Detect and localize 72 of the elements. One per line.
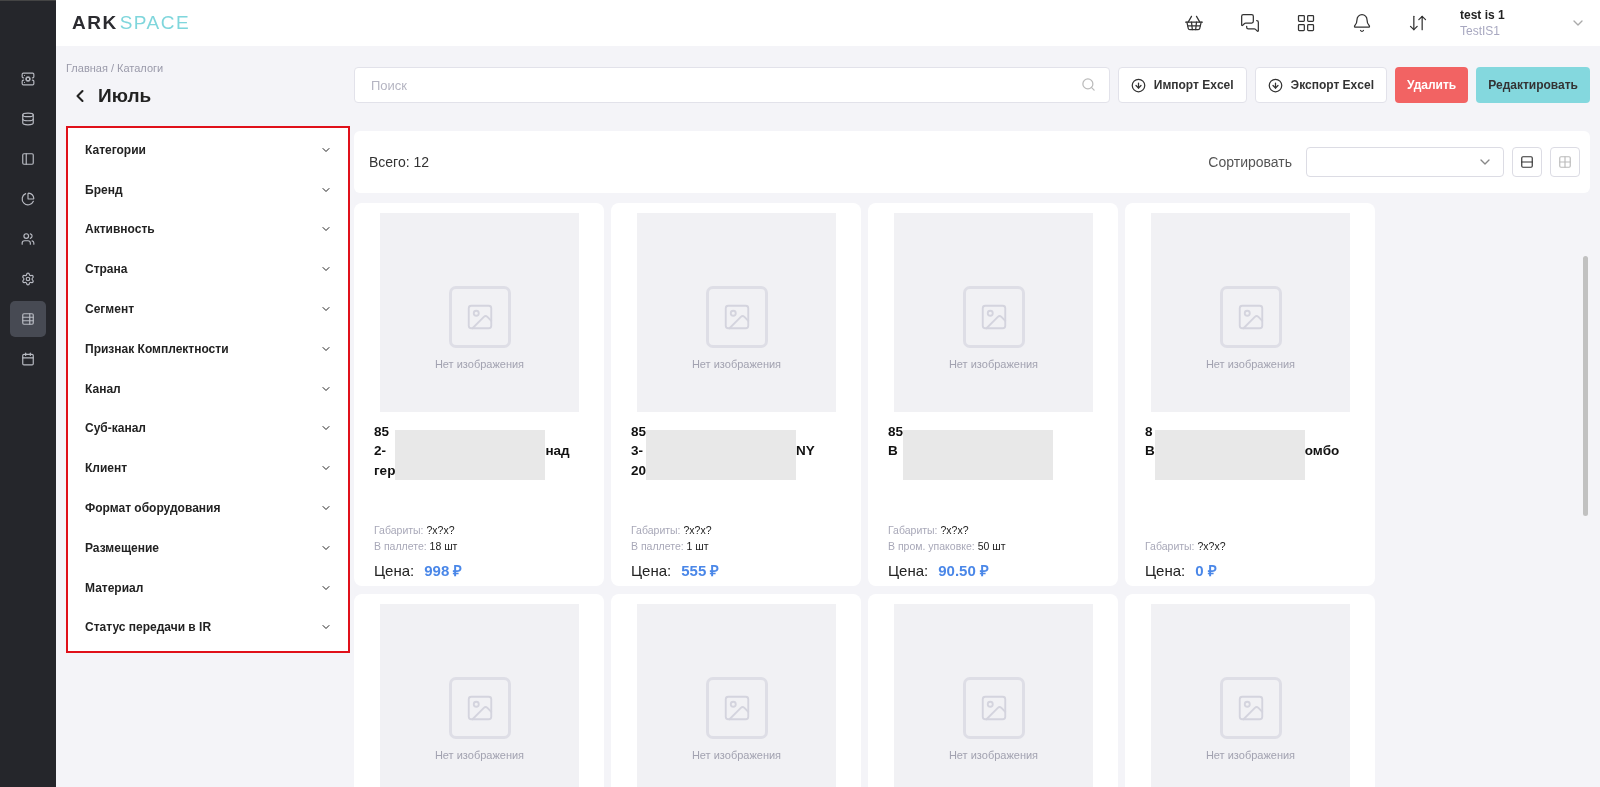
placeholder-text: Нет изображения (434, 357, 525, 370)
product-title-fragment: 85 (374, 423, 390, 441)
placeholder-text: Нет изображения (948, 748, 1039, 761)
chat-icon[interactable] (1240, 13, 1260, 33)
product-card[interactable]: Нет изображения 85 B Габариты: ?x?x? В пром. упаковке: 50 шт Цена: 90.50 ₽ (868, 203, 1118, 586)
product-title-fragment: 8 (1145, 423, 1153, 441)
product-card[interactable]: Нет изображения 8 B омбо Габариты: ?x?x? Цена: 0 ₽ (1125, 203, 1375, 586)
action-button[interactable]: Импорт Excel (1117, 67, 1247, 103)
settings-icon (21, 272, 35, 286)
product-title-fragment: B (888, 442, 898, 460)
users-icon (21, 232, 35, 246)
sort-label: Сортировать (1208, 154, 1292, 170)
spec-text: В пром. упаковке: 50 шт (888, 539, 1007, 554)
spec-text: В паллете: 18 шт (374, 539, 459, 554)
user-name: test is 1 (1460, 7, 1506, 23)
logo: ARK SPACE (72, 12, 191, 34)
price-label: Цена: (1145, 562, 1186, 579)
placeholder-text: Нет изображения (948, 357, 1039, 370)
basket-icon[interactable] (1184, 13, 1204, 33)
calendar-icon (21, 352, 35, 366)
product-title-fragment: 3- (631, 442, 643, 461)
list-view-button[interactable] (1512, 147, 1542, 177)
price-label: Цена: (374, 562, 415, 579)
price-label: Цена: (631, 562, 672, 579)
product-title-fragment: 85 (631, 423, 647, 441)
spec-text: Габариты: ?x?x? (888, 523, 970, 538)
total-count: Всего: 12 (369, 154, 430, 170)
grid-icon[interactable] (1296, 13, 1316, 33)
panel-icon (21, 152, 35, 166)
placeholder-text: Нет изображения (1205, 357, 1296, 370)
price-value: 998 ₽ (424, 561, 463, 580)
catalog-icon (21, 312, 35, 326)
spec-text: В паллете: 1 шт (631, 539, 710, 554)
swap-icon[interactable] (1408, 13, 1428, 33)
sidebar-item[interactable] (10, 301, 46, 337)
spec-text: Габариты: ?x?x? (1145, 539, 1227, 554)
servers-icon (21, 72, 35, 86)
price-value: 0 ₽ (1195, 561, 1217, 580)
product-title-fragment: над (545, 442, 570, 461)
price-value: 90.50 ₽ (938, 561, 989, 580)
product-title-fragment: 20 (631, 461, 647, 480)
rows-icon (1520, 155, 1534, 169)
placeholder-text: Нет изображения (691, 748, 782, 761)
action-button[interactable]: Экспорт Excel (1254, 67, 1387, 103)
page-title: Июль (98, 85, 152, 107)
chart-icon (21, 192, 35, 206)
product-title-fragment: B (1145, 442, 1155, 460)
database-icon (21, 112, 35, 126)
breadcrumb: Главная / Каталоги (66, 62, 165, 74)
placeholder-text: Нет изображения (434, 748, 525, 761)
product-title-fragment: гер (374, 461, 396, 480)
placeholder-text: Нет изображения (691, 357, 782, 370)
product-card[interactable]: Нет изображения 85 3- NY 20 Габариты: ?x?x? В паллете: 1 шт Цена: 555 ₽ (611, 203, 861, 586)
bell-icon[interactable] (1352, 13, 1372, 33)
spec-text: Габариты: ?x?x? (631, 523, 713, 538)
product-title-fragment: 85 (888, 423, 904, 441)
spec-text: Габариты: ?x?x? (374, 523, 456, 538)
search-field[interactable]: Поиск (354, 67, 1110, 103)
price-value: 555 ₽ (681, 561, 720, 580)
user-login: TestIS1 (1460, 23, 1502, 39)
product-card[interactable]: Нет изображения 85 2- над гер Габариты: ?x?x? В паллете: 18 шт Цена: 998 ₽ (354, 203, 604, 586)
action-button[interactable]: Редактировать (1476, 67, 1590, 103)
product-title-fragment: NY (796, 442, 815, 461)
placeholder-text: Нет изображения (1205, 748, 1296, 761)
price-label: Цена: (888, 562, 929, 579)
product-title-fragment: 2- (374, 442, 386, 461)
search-icon (1080, 77, 1096, 92)
download-icon (1267, 77, 1283, 93)
product-title-fragment: омбо (1304, 442, 1340, 460)
scrollbar[interactable] (1583, 256, 1588, 516)
grid-icon (1558, 155, 1572, 169)
download-icon (1130, 77, 1146, 93)
